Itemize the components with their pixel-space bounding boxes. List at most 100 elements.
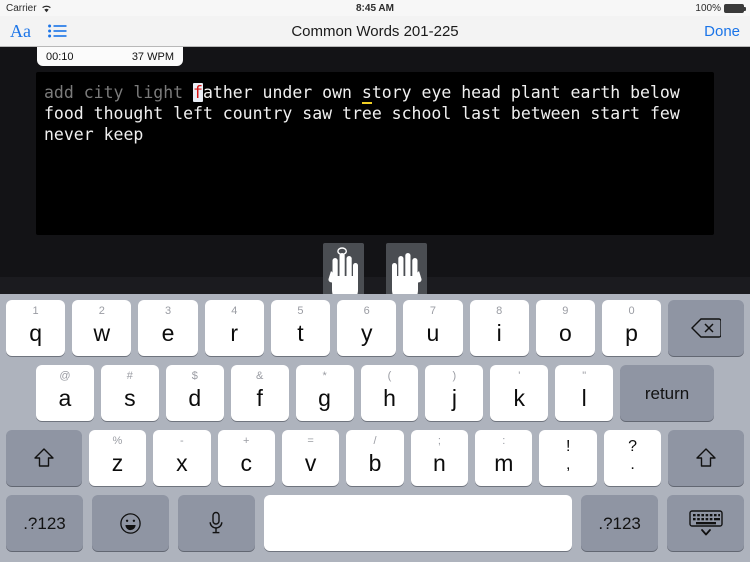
key-c[interactable]: + c bbox=[217, 430, 275, 486]
key-o-alt-label: 9 bbox=[562, 305, 569, 317]
text-segment-pending: tory eye head plant earth below bbox=[371, 83, 680, 102]
key-r[interactable]: 4r bbox=[204, 300, 264, 356]
hide-keyboard-key[interactable] bbox=[667, 495, 745, 551]
key-u-alt-label: 7 bbox=[429, 305, 436, 317]
key-s[interactable]: # s bbox=[100, 365, 159, 421]
key-o-label: o bbox=[558, 320, 572, 346]
key-c-label: c bbox=[240, 450, 252, 476]
key-b[interactable]: / b bbox=[346, 430, 404, 486]
status-bar-right: 100% bbox=[695, 2, 746, 14]
key-e-label: e bbox=[161, 320, 175, 346]
key-j-label: j bbox=[451, 385, 457, 411]
key-w-alt-label: 2 bbox=[98, 305, 105, 317]
keyboard-row-4: .?123 .?123 bbox=[3, 495, 747, 551]
key-d-label: d bbox=[188, 385, 202, 411]
key-.-alt-label: ? bbox=[628, 438, 638, 455]
key-p-label: p bbox=[625, 320, 638, 346]
keyboard-row-2: @ a # s $ d & f * g(h) j ' k " l return bbox=[3, 365, 747, 421]
key-b-alt-label: / bbox=[373, 435, 377, 447]
key-u[interactable]: 7u bbox=[403, 300, 463, 356]
key-g[interactable]: * g bbox=[295, 365, 354, 421]
key-e[interactable]: 3e bbox=[138, 300, 198, 356]
key-j[interactable]: ) j bbox=[425, 365, 484, 421]
key-w[interactable]: 2w bbox=[72, 300, 132, 356]
key-y[interactable]: 6y bbox=[337, 300, 397, 356]
key-v-label: v bbox=[304, 450, 317, 476]
key-e-alt-label: 3 bbox=[164, 305, 172, 317]
keyboard-row-3: % z - x + c = v / b; n: m!,?. bbox=[3, 430, 747, 486]
key-i-alt-label: 8 bbox=[496, 305, 503, 317]
key-.-label: . bbox=[630, 455, 635, 473]
key-y-label: y bbox=[360, 320, 373, 346]
navigation-bar: Aa Common Words 201-225 Done bbox=[0, 16, 750, 47]
typing-text-panel[interactable]: add city light father under own story ey… bbox=[36, 72, 714, 235]
space-key[interactable] bbox=[263, 495, 573, 551]
key-v[interactable]: = v bbox=[281, 430, 340, 486]
timer-value: 00:10 bbox=[46, 50, 74, 63]
key-p[interactable]: 0p bbox=[601, 300, 662, 356]
battery-icon bbox=[724, 3, 746, 13]
status-bar: Carrier 8:45 AM 100% bbox=[0, 0, 750, 16]
key-q[interactable]: 1q bbox=[6, 300, 66, 356]
key-g-label: g bbox=[318, 385, 331, 411]
key-o[interactable]: 9o bbox=[535, 300, 595, 356]
key-z[interactable]: % z bbox=[88, 430, 147, 486]
key-t[interactable]: 5t bbox=[270, 300, 331, 356]
key-h[interactable]: (h bbox=[360, 365, 419, 421]
key-.[interactable]: ?. bbox=[603, 430, 662, 486]
done-button[interactable]: Done bbox=[704, 23, 740, 40]
app-root: Carrier 8:45 AM 100% Aa Common Words 201… bbox=[0, 0, 750, 562]
key-i-label: i bbox=[496, 320, 502, 346]
key-i[interactable]: 8i bbox=[469, 300, 529, 356]
key-n-label: n bbox=[433, 450, 446, 476]
page-title: Common Words 201-225 bbox=[291, 22, 459, 40]
key-m-label: m bbox=[494, 450, 514, 476]
numbers-left-key-label: .?123 bbox=[23, 513, 66, 533]
key-x[interactable]: -x bbox=[153, 430, 211, 486]
key-f-label: f bbox=[256, 385, 263, 411]
key-a-alt-label: @ bbox=[59, 370, 71, 382]
key-s-alt-label: # bbox=[126, 370, 133, 382]
text-segment-pending: ather under own bbox=[202, 83, 362, 102]
key-m[interactable]: :m bbox=[475, 430, 533, 486]
status-bar-left: Carrier bbox=[6, 3, 52, 14]
numbers-right-key[interactable]: .?123 bbox=[581, 495, 659, 551]
key-r-alt-label: 4 bbox=[231, 305, 238, 317]
numbers-left-key[interactable]: .?123 bbox=[6, 495, 83, 551]
font-size-icon[interactable]: Aa bbox=[10, 22, 31, 40]
key-,-label: , bbox=[565, 455, 571, 473]
shift-right-key[interactable] bbox=[668, 430, 745, 486]
key-d[interactable]: $ d bbox=[165, 365, 224, 421]
text-segment-hint: s bbox=[361, 83, 372, 104]
key-f[interactable]: & f bbox=[230, 365, 289, 421]
emoji-icon bbox=[119, 512, 142, 535]
wifi-icon bbox=[41, 4, 52, 13]
key-l[interactable]: " l bbox=[555, 365, 614, 421]
navigation-bar-left: Aa bbox=[10, 22, 67, 40]
key-a-label: a bbox=[58, 385, 72, 411]
hide-keyboard-icon bbox=[688, 509, 724, 537]
key-n[interactable]: ; n bbox=[410, 430, 469, 486]
backspace-key[interactable] bbox=[668, 300, 744, 356]
key-f-alt-label: & bbox=[256, 370, 264, 382]
stats-bar: 00:10 37 WPM bbox=[37, 47, 183, 66]
list-icon[interactable] bbox=[48, 24, 67, 38]
shift-left-key[interactable] bbox=[6, 430, 82, 486]
key-k[interactable]: ' k bbox=[490, 365, 549, 421]
return-key[interactable]: return bbox=[620, 365, 714, 421]
key-g-alt-label: * bbox=[322, 370, 327, 382]
key-s-label: s bbox=[124, 385, 136, 411]
battery-percent-label: 100% bbox=[695, 2, 721, 14]
on-screen-keyboard[interactable]: 1 q 2 w 3 e 4 r 5 t 6 y 7 u 8 i 9 o 0 p @ a # s $ d & f * g(h) j ' k " l re… bbox=[0, 294, 750, 562]
key-r-label: r bbox=[230, 320, 239, 346]
key-a[interactable]: @ a bbox=[36, 365, 94, 421]
emoji-key[interactable] bbox=[91, 495, 169, 551]
return-key-label: return bbox=[644, 383, 690, 403]
key-x-alt-label: - bbox=[180, 435, 184, 447]
shift-icon bbox=[695, 447, 717, 469]
key-,[interactable]: !, bbox=[539, 430, 597, 486]
key-c-alt-label: + bbox=[243, 435, 250, 447]
key-h-alt-label: ( bbox=[387, 370, 392, 382]
key-n-alt-label: ; bbox=[437, 435, 441, 447]
dictation-key[interactable] bbox=[177, 495, 255, 551]
